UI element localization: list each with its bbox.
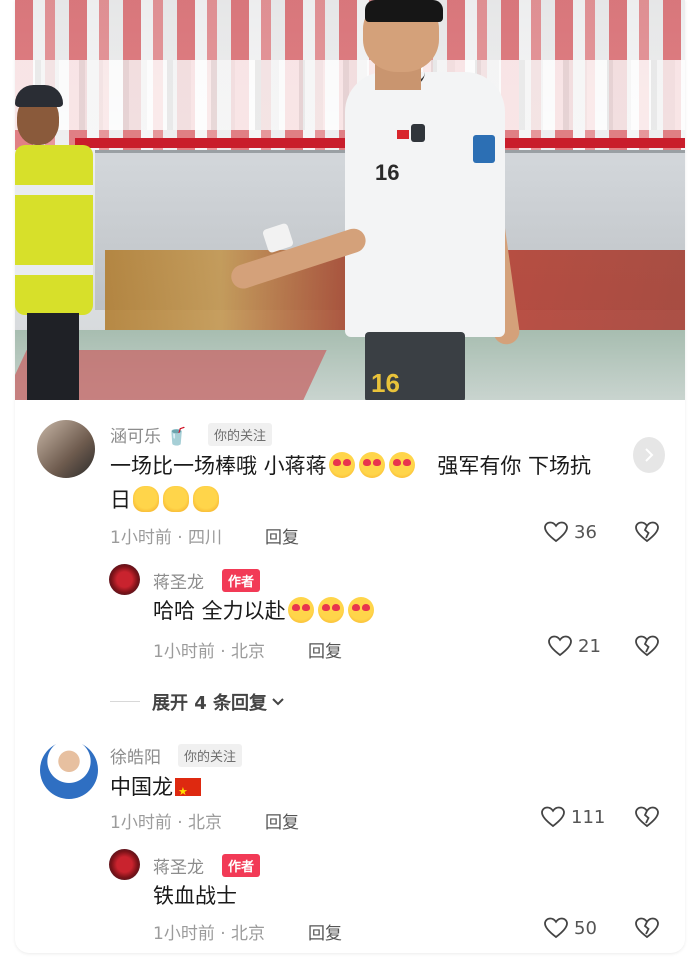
- heart-eyes-emoji: [317, 597, 344, 623]
- reply-button[interactable]: 回复: [265, 523, 299, 548]
- heart-outline-icon: [548, 635, 572, 657]
- comment-user-name[interactable]: 徐皓阳: [110, 743, 161, 768]
- fist-emoji: [133, 486, 159, 512]
- chevron-down-icon: [272, 698, 284, 706]
- like-button[interactable]: 111: [541, 806, 605, 828]
- comment-meta: 1小时前 · 四川: [110, 528, 223, 548]
- like-button[interactable]: 21: [548, 635, 601, 657]
- avatar[interactable]: [40, 741, 98, 799]
- flag-icon: [397, 130, 409, 139]
- comment-text: 一场比一场棒哦 小蒋蒋 强军有你 下场抗 日: [110, 449, 650, 517]
- steward-figure: [15, 85, 95, 400]
- dislike-button[interactable]: [635, 917, 659, 939]
- author-badge: 作者: [222, 569, 261, 592]
- comment-text: 中国龙: [110, 770, 201, 809]
- heart-eyes-emoji: [347, 597, 374, 623]
- reply-user-name[interactable]: 蒋圣龙: [153, 568, 204, 593]
- following-badge: 你的关注: [178, 744, 243, 767]
- like-button[interactable]: 36: [544, 521, 597, 543]
- broken-heart-icon: [635, 806, 659, 828]
- like-count: 36: [574, 521, 597, 543]
- avatar[interactable]: [37, 420, 95, 478]
- heart-outline-icon: [544, 521, 568, 543]
- reply-button[interactable]: 回复: [308, 919, 342, 944]
- post-photo[interactable]: 16 16: [15, 0, 685, 400]
- broken-heart-icon: [635, 521, 659, 543]
- player-figure: 16 16: [225, 0, 545, 400]
- broken-heart-icon: [635, 917, 659, 939]
- broken-heart-icon: [635, 635, 659, 657]
- expand-replies-button[interactable]: 展开 4 条回复: [152, 689, 285, 715]
- heart-outline-icon: [541, 806, 565, 828]
- comment-text-part1: 一场比一场棒哦 小蒋蒋: [110, 454, 327, 478]
- shorts-number: 16: [371, 368, 400, 398]
- drink-emoji: 🥤: [166, 427, 188, 447]
- avatar[interactable]: [109, 564, 140, 595]
- reply-button[interactable]: 回复: [265, 808, 299, 833]
- reply-text: 铁血战士: [153, 879, 237, 913]
- reply-text: 哈哈 全力以赴: [153, 594, 376, 628]
- jersey-number: 16: [375, 160, 400, 185]
- like-count: 111: [571, 806, 606, 828]
- reply-text-content: 铁血战士: [153, 884, 237, 908]
- dislike-button[interactable]: [635, 635, 659, 657]
- dislike-button[interactable]: [635, 806, 659, 828]
- like-count: 21: [578, 635, 601, 657]
- comment-text-part2: 强军有你 下场抗: [437, 454, 592, 478]
- reply-user-name[interactable]: 蒋圣龙: [153, 853, 204, 878]
- reply-meta: 1小时前 · 北京: [153, 642, 266, 662]
- author-badge: 作者: [222, 854, 261, 877]
- fist-emoji: [163, 486, 189, 512]
- fist-emoji: [193, 486, 219, 512]
- heart-eyes-emoji: [328, 452, 355, 478]
- reply-text-content: 哈哈 全力以赴: [153, 599, 286, 623]
- divider: [110, 701, 140, 702]
- china-flag-icon: [175, 775, 201, 809]
- heart-eyes-emoji: [388, 452, 415, 478]
- comment-text-part3: 日: [110, 488, 131, 512]
- badge-icon: [411, 124, 425, 142]
- like-button[interactable]: 50: [544, 917, 597, 939]
- heart-eyes-emoji: [358, 452, 385, 478]
- expand-label: 展开 4 条回复: [152, 693, 268, 714]
- user-name-text: 涵可乐: [110, 427, 161, 447]
- avatar[interactable]: [109, 849, 140, 880]
- reply-meta: 1小时前 · 北京: [153, 924, 266, 944]
- following-badge: 你的关注: [208, 423, 273, 446]
- dislike-button[interactable]: [635, 521, 659, 543]
- comment-meta: 1小时前 · 北京: [110, 813, 223, 833]
- like-count: 50: [574, 917, 597, 939]
- heart-outline-icon: [544, 917, 568, 939]
- patch-icon: [473, 135, 495, 163]
- comment-text-content: 中国龙: [110, 775, 173, 799]
- reply-button[interactable]: 回复: [308, 637, 342, 662]
- heart-eyes-emoji: [287, 597, 314, 623]
- comment-user-name[interactable]: 涵可乐 🥤: [110, 422, 188, 447]
